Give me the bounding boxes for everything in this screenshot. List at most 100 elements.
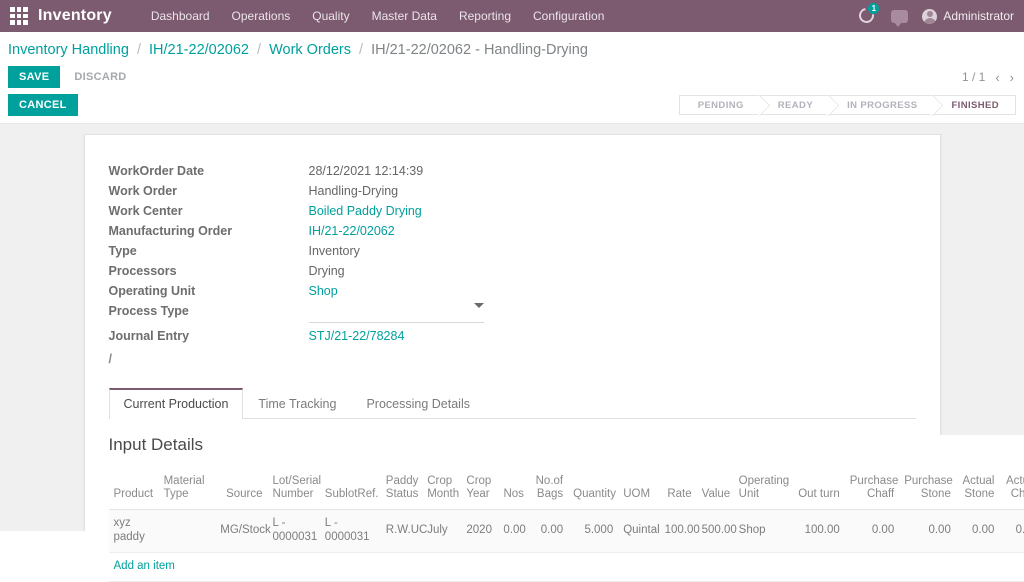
breadcrumb-item-work-orders[interactable]: Work Orders — [269, 42, 351, 58]
form-sheet: WorkOrder Date 28/12/2021 12:14:39 Work … — [84, 134, 941, 531]
field-label: Work Center — [109, 201, 309, 221]
col-source[interactable]: Source — [215, 471, 267, 510]
table-row[interactable]: xyz paddy MG/Stock L - 0000031 L - 00000… — [109, 510, 1024, 553]
col-no-of-bags[interactable]: No.of Bags — [529, 471, 568, 510]
col-quantity[interactable]: Quantity — [568, 471, 618, 510]
cell-crop-month[interactable]: July — [422, 510, 461, 553]
field-value[interactable]: Inventory — [309, 241, 484, 261]
breadcrumb: Inventory Handling / IH/21-22/02062 / Wo… — [0, 32, 1024, 64]
menu-item-quality[interactable]: Quality — [301, 3, 360, 29]
cell-uom[interactable]: Quintal — [618, 510, 659, 553]
col-nos[interactable]: Nos — [498, 471, 529, 510]
cell-product[interactable]: xyz paddy — [109, 510, 159, 553]
section-title: Input Details — [109, 435, 1024, 455]
cell-lot-serial-number[interactable]: L - 0000031 — [268, 510, 320, 553]
tab-time-tracking[interactable]: Time Tracking — [243, 388, 351, 419]
chat-bubble-icon[interactable] — [891, 10, 908, 23]
col-crop-year[interactable]: Crop Year — [461, 471, 498, 510]
col-sublot-ref[interactable]: SublotRef. — [320, 471, 381, 510]
col-out-turn[interactable]: Out turn — [790, 471, 844, 510]
user-menu[interactable]: Administrator — [922, 9, 1014, 24]
field-work-order: Work Order Handling-Drying — [109, 181, 484, 201]
col-material-type[interactable]: Material Type — [159, 471, 216, 510]
cell-nos[interactable]: 0.00 — [498, 510, 529, 553]
col-rate[interactable]: Rate — [660, 471, 697, 510]
col-lot-serial-number[interactable]: Lot/Serial Number — [268, 471, 320, 510]
status-stage-in-progress[interactable]: IN PROGRESS — [829, 96, 933, 114]
cell-material-type[interactable] — [159, 510, 216, 553]
field-value-link[interactable]: Shop — [309, 281, 484, 301]
field-journal-entry: Journal Entry STJ/21-22/78284 — [109, 326, 484, 346]
col-actual-stone[interactable]: Actual Stone — [956, 471, 1000, 510]
activity-clock-icon[interactable]: 1 — [859, 7, 877, 25]
field-value-link[interactable]: IH/21-22/02062 — [309, 221, 484, 241]
col-value[interactable]: Value — [697, 471, 734, 510]
col-uom[interactable]: UOM — [618, 471, 659, 510]
cell-crop-year[interactable]: 2020 — [461, 510, 498, 553]
cell-purchase-stone[interactable]: 0.00 — [899, 510, 956, 553]
status-stage-finished[interactable]: FINISHED — [933, 96, 1015, 114]
cell-purchase-chaff[interactable]: 0.00 — [845, 510, 899, 553]
field-label: Type — [109, 241, 309, 261]
cell-paddy-status[interactable]: R.W.UC — [381, 510, 422, 553]
save-button[interactable]: SAVE — [8, 66, 60, 88]
user-name-label: Administrator — [943, 9, 1014, 23]
col-crop-month[interactable]: Crop Month — [422, 471, 461, 510]
status-bar: PENDING READY IN PROGRESS FINISHED — [679, 95, 1016, 115]
cell-actual-stone[interactable]: 0.00 — [956, 510, 1000, 553]
col-purchase-stone[interactable]: Purchase Stone — [899, 471, 956, 510]
breadcrumb-item-inventory-handling[interactable]: Inventory Handling — [8, 42, 129, 58]
chevron-right-icon[interactable]: › — [1010, 70, 1014, 85]
cell-quantity[interactable]: 5.000 — [568, 510, 618, 553]
menu-item-configuration[interactable]: Configuration — [522, 3, 615, 29]
cell-no-of-bags[interactable]: 0.00 — [529, 510, 568, 553]
cell-source[interactable]: MG/Stock — [215, 510, 267, 553]
menu-item-operations[interactable]: Operations — [221, 3, 302, 29]
chevron-down-icon[interactable] — [474, 303, 484, 308]
col-actual-chaff[interactable]: Actual Chaff — [999, 471, 1024, 510]
field-operating-unit: Operating Unit Shop — [109, 281, 484, 301]
add-an-item-link[interactable]: Add an item — [114, 560, 175, 572]
field-value[interactable]: Drying — [309, 261, 484, 281]
field-value[interactable]: 28/12/2021 12:14:39 — [309, 161, 484, 181]
cell-actual-chaff[interactable]: 0.00 — [999, 510, 1024, 553]
apps-grid-icon[interactable] — [10, 7, 28, 25]
process-type-select[interactable] — [309, 301, 484, 326]
tab-processing-details[interactable]: Processing Details — [351, 388, 485, 419]
navbar-right-tools: 1 Administrator — [859, 7, 1014, 25]
cell-operating-unit[interactable]: Shop — [734, 510, 791, 553]
menu-item-reporting[interactable]: Reporting — [448, 3, 522, 29]
control-panel-actions-row: SAVE DISCARD 1 / 1 ‹ › — [0, 64, 1024, 90]
col-purchase-chaff[interactable]: Purchase Chaff — [845, 471, 899, 510]
user-avatar-icon — [922, 9, 937, 24]
field-label: Journal Entry — [109, 326, 309, 346]
chevron-left-icon[interactable]: ‹ — [995, 70, 999, 85]
tab-current-production[interactable]: Current Production — [109, 388, 244, 419]
field-label: Process Type — [109, 301, 309, 326]
field-workorder-date: WorkOrder Date 28/12/2021 12:14:39 — [109, 161, 484, 181]
app-brand-title[interactable]: Inventory — [38, 7, 112, 25]
cell-value[interactable]: 500.00 — [697, 510, 734, 553]
sheet-background: WorkOrder Date 28/12/2021 12:14:39 Work … — [0, 124, 1024, 531]
form-fields: WorkOrder Date 28/12/2021 12:14:39 Work … — [109, 161, 484, 369]
col-paddy-status[interactable]: Paddy Status — [381, 471, 422, 510]
menu-item-master-data[interactable]: Master Data — [361, 3, 448, 29]
field-type: Type Inventory — [109, 241, 484, 261]
field-processors: Processors Drying — [109, 261, 484, 281]
cell-sublot-ref[interactable]: L - 0000031 — [320, 510, 381, 553]
field-value[interactable]: Handling-Drying — [309, 181, 484, 201]
col-product[interactable]: Product — [109, 471, 159, 510]
field-label: Work Order — [109, 181, 309, 201]
add-item-cell: Add an item — [109, 553, 1024, 582]
col-operating-unit[interactable]: Operating Unit — [734, 471, 791, 510]
field-process-type: Process Type — [109, 301, 484, 326]
field-value-link[interactable]: STJ/21-22/78284 — [309, 326, 484, 346]
cancel-button[interactable]: CANCEL — [8, 94, 78, 116]
cell-out-turn[interactable]: 100.00 — [790, 510, 844, 553]
menu-item-dashboard[interactable]: Dashboard — [140, 3, 221, 29]
field-value-link[interactable]: Boiled Paddy Drying — [309, 201, 484, 221]
cell-rate[interactable]: 100.00 — [660, 510, 697, 553]
breadcrumb-item-order[interactable]: IH/21-22/02062 — [149, 42, 249, 58]
discard-button[interactable]: DISCARD — [74, 71, 126, 83]
status-stage-pending[interactable]: PENDING — [680, 96, 760, 114]
